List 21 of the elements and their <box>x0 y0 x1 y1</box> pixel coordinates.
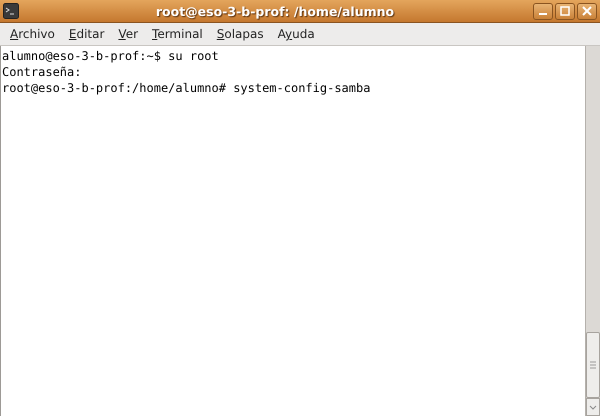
scroll-down-button[interactable] <box>586 398 600 416</box>
menu-item[interactable]: Terminal <box>145 27 210 41</box>
menu-item[interactable]: Editar <box>62 27 112 41</box>
terminal-line: Contraseña: <box>2 64 82 80</box>
terminal-icon <box>3 3 19 19</box>
minimize-icon <box>539 13 547 15</box>
scrollbar-thumb[interactable] <box>586 332 600 398</box>
grip-icon <box>590 361 596 369</box>
terminal-line: alumno@eso-3-b-prof:~$ su root <box>2 48 220 64</box>
menu-item[interactable]: Archivo <box>3 27 62 41</box>
menu-item[interactable]: Ayuda <box>270 27 322 41</box>
minimize-button[interactable] <box>533 2 553 20</box>
window-title: root@eso-3-b-prof: /home/alumno <box>154 4 396 18</box>
menu-item[interactable]: Solapas <box>210 27 271 41</box>
maximize-button[interactable] <box>555 2 575 20</box>
terminal-line: root@eso-3-b-prof:/home/alumno# system-config-samba <box>2 80 372 96</box>
maximize-icon <box>560 6 570 16</box>
close-icon <box>582 6 592 16</box>
close-button[interactable] <box>577 2 597 20</box>
menu-item[interactable]: Ver <box>111 27 146 41</box>
chevron-down-icon <box>589 404 597 410</box>
